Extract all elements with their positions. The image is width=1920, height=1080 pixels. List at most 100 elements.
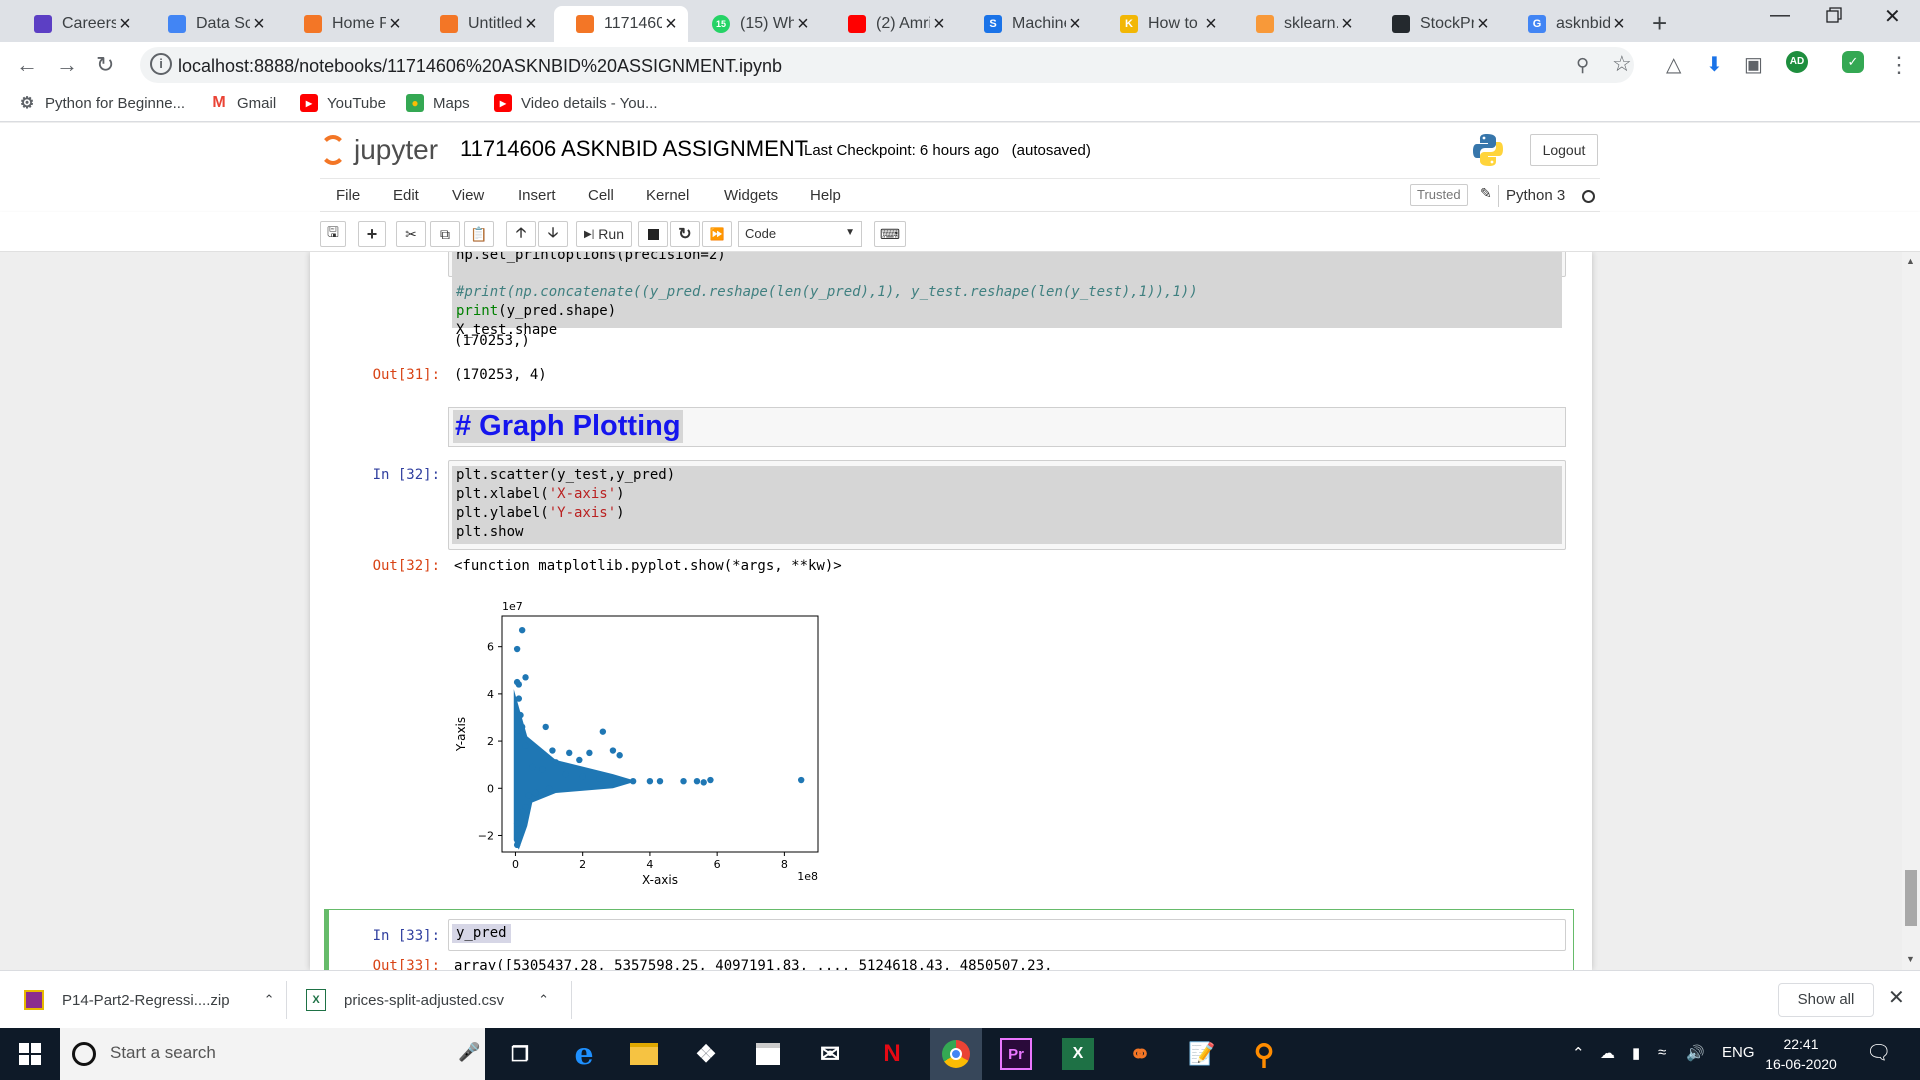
bookmark-video-details[interactable]: ▶ Video details - You... bbox=[494, 94, 658, 112]
download-item-zip[interactable]: P14-Part2-Regressi....zip ⌃ bbox=[24, 971, 274, 1029]
close-tab-icon[interactable]: × bbox=[794, 13, 812, 36]
scroll-down-icon[interactable]: ▼ bbox=[1906, 954, 1915, 964]
language-indicator[interactable]: ENG bbox=[1722, 1044, 1755, 1061]
bookmark-python-beginners[interactable]: ⚙ Python for Beginne... bbox=[18, 94, 185, 113]
close-window-icon[interactable]: ✕ bbox=[1884, 4, 1901, 29]
menu-widgets[interactable]: Widgets bbox=[724, 187, 778, 204]
browser-tab[interactable]: Careers × bbox=[12, 6, 142, 42]
back-icon[interactable]: ← bbox=[16, 52, 38, 78]
onedrive-icon[interactable]: ☁ bbox=[1600, 1044, 1615, 1062]
site-info-icon[interactable]: i bbox=[150, 53, 172, 75]
notepad-icon[interactable]: 📝 bbox=[1186, 1038, 1218, 1070]
kernel-name[interactable]: Python 3 bbox=[1506, 187, 1565, 204]
new-tab-button[interactable]: + bbox=[1652, 8, 1667, 39]
omnibox[interactable]: i localhost:8888/notebooks/11714606%20AS… bbox=[140, 47, 1634, 83]
browser-tab[interactable]: K How to × bbox=[1098, 6, 1228, 42]
restore-icon[interactable] bbox=[1826, 6, 1842, 29]
battery-icon[interactable]: ▮ bbox=[1632, 1044, 1640, 1062]
interrupt-icon[interactable] bbox=[638, 221, 668, 247]
edit-pencil-icon[interactable]: ✎ bbox=[1480, 185, 1492, 202]
menu-kernel[interactable]: Kernel bbox=[646, 187, 689, 204]
close-tab-icon[interactable]: × bbox=[250, 13, 268, 36]
menu-help[interactable]: Help bbox=[810, 187, 841, 204]
scroll-up-icon[interactable]: ▲ bbox=[1906, 256, 1915, 266]
search-app-icon[interactable]: ⚲ bbox=[1248, 1038, 1280, 1070]
close-tab-icon[interactable]: × bbox=[662, 13, 680, 36]
download-extension-icon[interactable]: ⬇ bbox=[1706, 52, 1723, 77]
browser-tab[interactable]: 1171460 × bbox=[554, 6, 688, 42]
run-button[interactable]: ▶| Run bbox=[576, 221, 632, 247]
windows-start-icon[interactable] bbox=[18, 1042, 42, 1066]
close-tab-icon[interactable]: × bbox=[522, 13, 540, 36]
cell-33-editor[interactable] bbox=[448, 919, 1566, 951]
dropbox-icon[interactable]: ❖ bbox=[690, 1038, 722, 1070]
browser-tab[interactable]: (2) Amri × bbox=[826, 6, 956, 42]
mail-icon[interactable]: ✉ bbox=[814, 1038, 846, 1070]
chrome-menu-icon[interactable]: ⋮ bbox=[1888, 52, 1910, 78]
restart-icon[interactable]: ↻ bbox=[670, 221, 700, 247]
reload-icon[interactable]: ↻ bbox=[96, 52, 114, 78]
minimize-icon[interactable]: — bbox=[1770, 4, 1790, 27]
close-tab-icon[interactable]: × bbox=[1066, 13, 1084, 36]
close-tab-icon[interactable]: × bbox=[1202, 13, 1220, 36]
menu-insert[interactable]: Insert bbox=[518, 187, 556, 204]
close-download-bar-icon[interactable]: ✕ bbox=[1888, 985, 1905, 1010]
chevron-up-icon[interactable]: ⌃ bbox=[538, 992, 549, 1008]
bookmark-gmail[interactable]: M Gmail bbox=[210, 94, 276, 112]
page-scrollbar[interactable]: ▲ ▼ bbox=[1902, 252, 1920, 970]
trusted-badge[interactable]: Trusted bbox=[1410, 184, 1468, 206]
taskbar-search[interactable]: Start a search 🎤 bbox=[60, 1028, 485, 1080]
bookmark-star-icon[interactable]: ☆ bbox=[1612, 51, 1632, 77]
forward-icon[interactable]: → bbox=[56, 52, 78, 78]
close-tab-icon[interactable]: × bbox=[1338, 13, 1356, 36]
extension-icon[interactable]: △ bbox=[1666, 52, 1681, 77]
shield-extension-icon[interactable]: ✓ bbox=[1842, 51, 1864, 73]
microphone-icon[interactable]: 🎤 bbox=[458, 1042, 480, 1063]
bookmark-youtube[interactable]: ▶ YouTube bbox=[300, 94, 386, 112]
action-center-icon[interactable]: 🗨 bbox=[1866, 1040, 1891, 1065]
camera-extension-icon[interactable]: ▣ bbox=[1744, 52, 1763, 77]
edge-icon[interactable]: e bbox=[568, 1037, 600, 1072]
browser-tab[interactable]: Untitled × bbox=[418, 6, 548, 42]
jupyter-taskbar-icon[interactable]: ⚭ bbox=[1124, 1038, 1156, 1070]
paste-icon[interactable]: 📋 bbox=[464, 221, 494, 247]
cell-32-code[interactable]: plt.scatter(y_test,y_pred) plt.xlabel('X… bbox=[452, 466, 1562, 544]
download-item-csv[interactable]: X prices-split-adjusted.csv ⌃ bbox=[306, 971, 549, 1029]
bookmark-maps[interactable]: ● Maps bbox=[406, 94, 470, 112]
profile-avatar[interactable]: AD bbox=[1786, 51, 1808, 73]
browser-tab[interactable]: StockPre× bbox=[1370, 6, 1500, 42]
close-tab-icon[interactable]: × bbox=[1474, 13, 1492, 36]
insert-cell-icon[interactable]: + bbox=[358, 221, 386, 247]
notebook-name[interactable]: 11714606 ASKNBID ASSIGNMENT bbox=[460, 136, 808, 162]
task-view-icon[interactable]: ❐ bbox=[504, 1038, 536, 1070]
scrollbar-thumb[interactable] bbox=[1905, 870, 1917, 926]
menu-file[interactable]: File bbox=[336, 187, 360, 204]
chrome-taskbar-icon[interactable] bbox=[930, 1028, 982, 1080]
store-icon[interactable] bbox=[752, 1038, 784, 1070]
taskbar-clock[interactable]: 22:41 16-06-2020 bbox=[1764, 1034, 1838, 1074]
menu-edit[interactable]: Edit bbox=[393, 187, 419, 204]
close-tab-icon[interactable]: × bbox=[116, 13, 134, 36]
jupyter-logo[interactable]: jupyter bbox=[320, 134, 438, 166]
zoom-icon[interactable]: ⚲ bbox=[1576, 55, 1589, 76]
wifi-icon[interactable]: ≈ bbox=[1658, 1044, 1666, 1061]
copy-icon[interactable]: ⧉ bbox=[430, 221, 460, 247]
volume-icon[interactable]: 🔊 bbox=[1686, 1044, 1705, 1062]
close-tab-icon[interactable]: × bbox=[930, 13, 948, 36]
restart-run-all-icon[interactable]: ⏩ bbox=[702, 221, 732, 247]
close-tab-icon[interactable]: × bbox=[1610, 13, 1628, 36]
browser-tab[interactable]: Data Sci× bbox=[146, 6, 276, 42]
file-explorer-icon[interactable] bbox=[628, 1038, 660, 1070]
save-icon[interactable]: 🖫 bbox=[320, 221, 346, 247]
chevron-up-icon[interactable]: ⌃ bbox=[264, 992, 275, 1008]
move-down-icon[interactable]: 🡣 bbox=[538, 221, 568, 247]
browser-tab[interactable]: sklearn.p× bbox=[1234, 6, 1364, 42]
command-palette-icon[interactable]: ⌨ bbox=[874, 221, 906, 247]
tray-chevron-up-icon[interactable]: ⌃ bbox=[1572, 1044, 1585, 1062]
menu-view[interactable]: View bbox=[452, 187, 484, 204]
browser-tab[interactable]: S Machine× bbox=[962, 6, 1092, 42]
logout-button[interactable]: Logout bbox=[1530, 134, 1598, 166]
show-all-button[interactable]: Show all bbox=[1778, 983, 1874, 1017]
browser-tab[interactable]: 15 (15) Wh × bbox=[690, 6, 820, 42]
browser-tab[interactable]: Gasknbid × bbox=[1506, 6, 1636, 42]
